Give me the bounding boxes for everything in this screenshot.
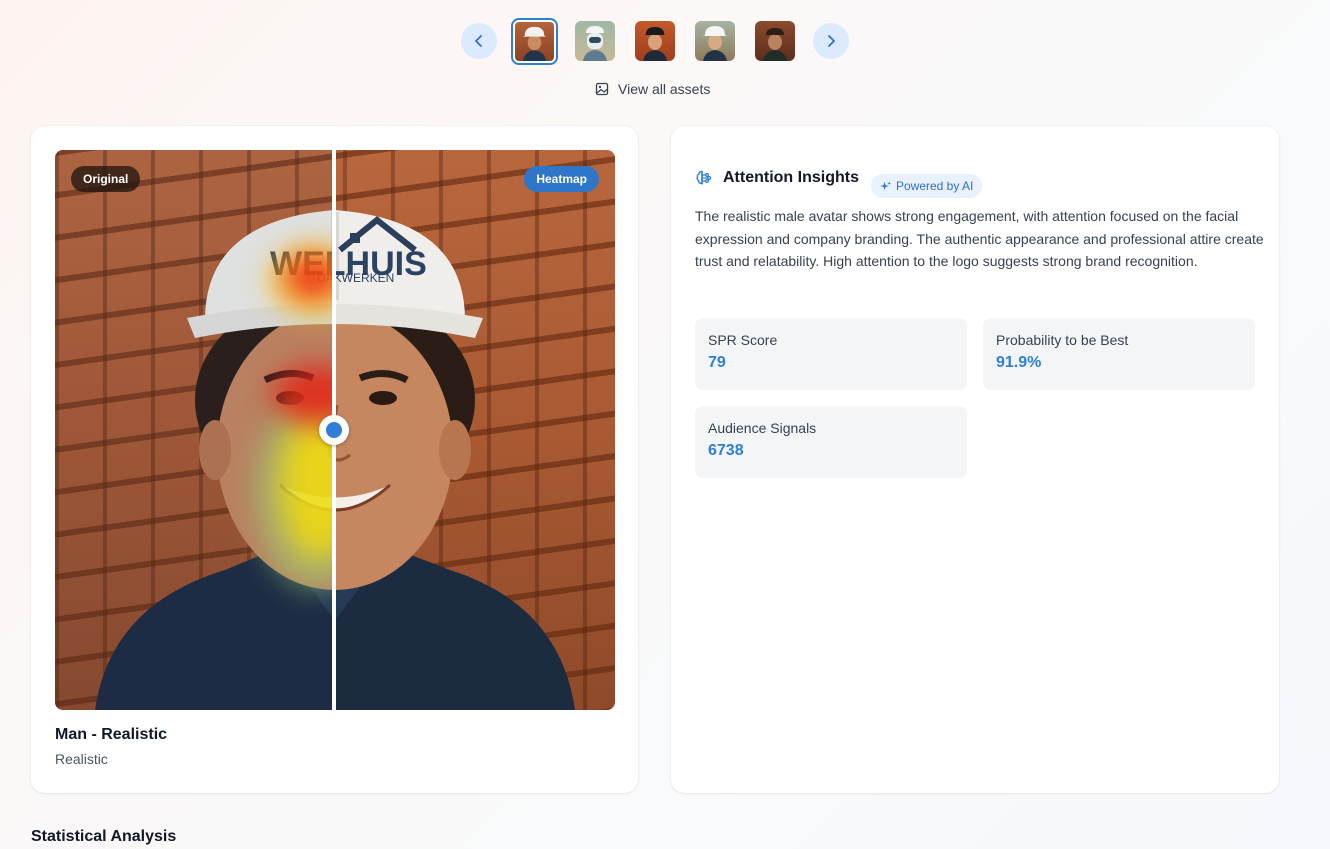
metric-probability-best: Probability to be Best 91.9% <box>983 318 1255 390</box>
statistical-analysis-heading: Statistical Analysis <box>31 828 177 845</box>
metric-label: Audience Signals <box>708 420 817 436</box>
metric-label: Probability to be Best <box>996 332 1129 348</box>
chevron-right-icon <box>828 35 835 47</box>
image-icon <box>595 82 609 96</box>
asset-preview-card: WELHUIS DAKWERKEN Original Heatmap Man -… <box>31 126 638 793</box>
thumbnail-man-3d[interactable] <box>695 21 735 61</box>
carousel-next-button[interactable] <box>813 23 849 59</box>
compare-drag-handle[interactable] <box>319 415 349 445</box>
carousel-prev-button[interactable] <box>461 23 497 59</box>
thumbnail-man-cartoon[interactable] <box>635 21 675 61</box>
powered-by-ai-label: Powered by AI <box>895 179 974 193</box>
metric-value: 79 <box>708 354 726 371</box>
brain-icon <box>696 170 712 185</box>
metric-value: 6738 <box>708 442 744 459</box>
metric-spr-score: SPR Score 79 <box>695 318 967 390</box>
attention-insights-card: Attention Insights Powered by AI The rea… <box>671 126 1279 793</box>
powered-by-ai-badge: Powered by AI <box>870 174 983 198</box>
insights-title: Attention Insights <box>723 169 859 186</box>
insight-description: The realistic male avatar shows strong e… <box>695 208 1264 269</box>
chevron-left-icon <box>475 35 482 47</box>
asset-carousel <box>0 17 1330 65</box>
asset-title: Man - Realistic <box>55 726 168 743</box>
view-all-assets-label: View all assets <box>618 81 711 97</box>
heatmap-tag: Heatmap <box>524 166 599 192</box>
sparkle-icon <box>880 180 891 190</box>
view-all-assets-link[interactable]: View all assets <box>595 81 710 97</box>
metric-audience-signals: Audience Signals 6738 <box>695 406 967 478</box>
original-tag: Original <box>71 166 141 192</box>
heatmap-overlay <box>55 150 333 710</box>
thumbnail-robot[interactable] <box>575 21 615 61</box>
image-compare-slider[interactable]: WELHUIS DAKWERKEN Original Heatmap <box>55 150 615 710</box>
metric-label: SPR Score <box>708 332 778 348</box>
insights-header: Attention Insights Powered by AI <box>695 158 983 198</box>
asset-style: Realistic <box>55 751 108 767</box>
metric-value: 91.9% <box>996 354 1042 371</box>
thumbnail-man-realistic[interactable] <box>511 18 558 65</box>
thumbnail-man-outdoor[interactable] <box>755 21 795 61</box>
